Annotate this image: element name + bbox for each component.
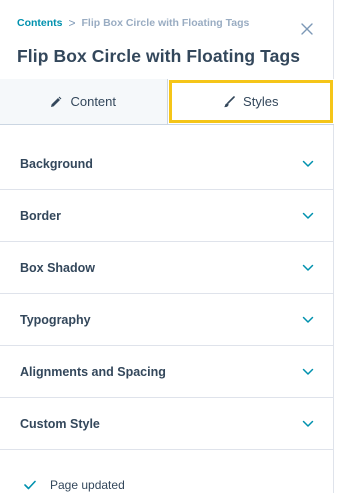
breadcrumb-root-link[interactable]: Contents bbox=[17, 17, 63, 29]
chevron-down-icon bbox=[302, 160, 314, 167]
chevron-down-icon bbox=[302, 212, 314, 219]
status-text: Page updated bbox=[50, 478, 125, 492]
tab-styles[interactable]: Styles bbox=[167, 79, 334, 124]
panel-header: Contents > Flip Box Circle with Floating… bbox=[0, 0, 333, 79]
page-title: Flip Box Circle with Floating Tags bbox=[17, 46, 301, 66]
close-icon bbox=[301, 23, 313, 35]
section-typography[interactable]: Typography bbox=[0, 294, 334, 346]
tab-content-label: Content bbox=[70, 94, 117, 109]
save-status: Page updated bbox=[24, 478, 125, 492]
section-alignments-spacing[interactable]: Alignments and Spacing bbox=[0, 346, 334, 398]
check-icon bbox=[24, 480, 36, 490]
brush-icon bbox=[224, 95, 235, 107]
chevron-down-icon bbox=[302, 420, 314, 427]
section-background[interactable]: Background bbox=[0, 138, 334, 190]
chevron-down-icon bbox=[302, 316, 314, 323]
section-label: Box Shadow bbox=[20, 260, 96, 275]
section-label: Custom Style bbox=[20, 416, 100, 431]
breadcrumb: Contents > Flip Box Circle with Floating… bbox=[17, 17, 249, 29]
sidebar-panel: Contents > Flip Box Circle with Floating… bbox=[0, 0, 334, 493]
breadcrumb-separator: > bbox=[68, 16, 76, 30]
pencil-icon bbox=[51, 96, 62, 107]
tab-styles-label: Styles bbox=[243, 94, 279, 109]
section-custom-style[interactable]: Custom Style bbox=[0, 398, 334, 450]
chevron-down-icon bbox=[302, 368, 314, 375]
section-label: Alignments and Spacing bbox=[20, 364, 166, 379]
section-label: Border bbox=[20, 208, 61, 223]
style-sections: Background Border Box Shadow Typography … bbox=[0, 138, 334, 450]
close-button[interactable] bbox=[300, 22, 314, 36]
section-label: Typography bbox=[20, 312, 91, 327]
breadcrumb-current: Flip Box Circle with Floating Tags bbox=[81, 17, 250, 29]
tab-content[interactable]: Content bbox=[0, 79, 168, 124]
tab-bar: Content Styles bbox=[0, 79, 334, 125]
chevron-down-icon bbox=[302, 264, 314, 271]
section-box-shadow[interactable]: Box Shadow bbox=[0, 242, 334, 294]
section-label: Background bbox=[20, 156, 93, 171]
section-border[interactable]: Border bbox=[0, 190, 334, 242]
